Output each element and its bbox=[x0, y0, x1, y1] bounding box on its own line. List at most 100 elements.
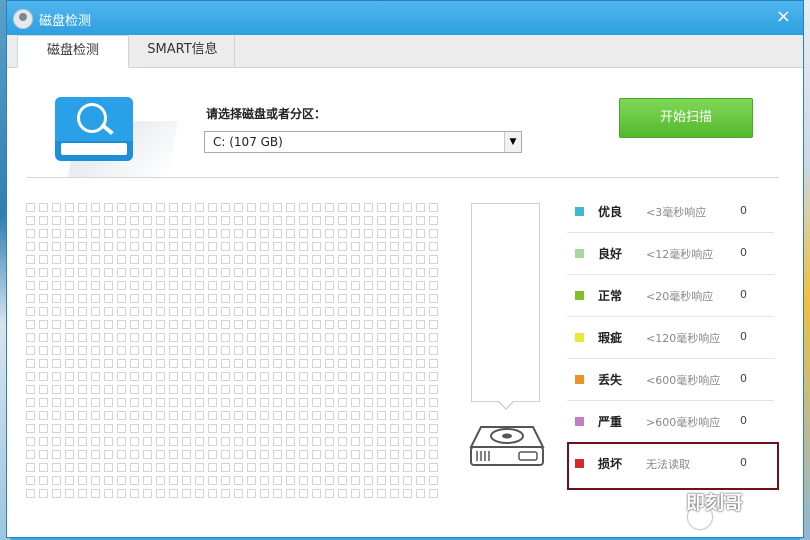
tab-smart-info[interactable]: SMART信息 bbox=[131, 35, 235, 67]
title-bar[interactable]: 磁盘检测 × bbox=[7, 1, 803, 35]
sector-block bbox=[195, 333, 204, 342]
sector-block bbox=[234, 229, 243, 238]
sector-block bbox=[338, 385, 347, 394]
sector-block bbox=[299, 476, 308, 485]
sector-block bbox=[78, 359, 87, 368]
sector-block bbox=[429, 437, 438, 446]
sector-block bbox=[26, 437, 35, 446]
sector-block bbox=[416, 307, 425, 316]
sector-block bbox=[390, 437, 399, 446]
sector-block bbox=[260, 437, 269, 446]
sector-block bbox=[299, 489, 308, 498]
sector-block bbox=[273, 398, 282, 407]
sector-block bbox=[26, 229, 35, 238]
sector-block bbox=[143, 242, 152, 251]
sector-block bbox=[247, 333, 256, 342]
sector-block bbox=[26, 398, 35, 407]
sector-block bbox=[234, 333, 243, 342]
sector-block bbox=[221, 398, 230, 407]
disk-select-dropdown[interactable]: C: (107 GB) ▼ bbox=[204, 131, 522, 153]
sector-block bbox=[416, 476, 425, 485]
sector-block bbox=[390, 242, 399, 251]
sector-block bbox=[221, 203, 230, 212]
sector-block bbox=[104, 281, 113, 290]
sector-block bbox=[403, 437, 412, 446]
sector-block bbox=[429, 476, 438, 485]
sector-block bbox=[26, 359, 35, 368]
sector-block bbox=[351, 268, 360, 277]
sector-block bbox=[52, 372, 61, 381]
sector-block bbox=[91, 268, 100, 277]
sector-block bbox=[299, 294, 308, 303]
tab-disk-check[interactable]: 磁盘检测 bbox=[17, 35, 129, 68]
sector-block bbox=[247, 320, 256, 329]
sector-block bbox=[312, 255, 321, 264]
sector-block bbox=[221, 372, 230, 381]
sector-block bbox=[286, 320, 295, 329]
sector-block bbox=[91, 242, 100, 251]
sector-block bbox=[234, 398, 243, 407]
sector-block bbox=[195, 320, 204, 329]
sector-block bbox=[130, 229, 139, 238]
sector-block bbox=[390, 346, 399, 355]
sector-block bbox=[208, 320, 217, 329]
sector-block bbox=[117, 398, 126, 407]
sector-block bbox=[156, 463, 165, 472]
sector-block bbox=[273, 359, 282, 368]
start-scan-button[interactable]: 开始扫描 bbox=[619, 98, 753, 138]
sector-block bbox=[299, 424, 308, 433]
sector-block bbox=[416, 398, 425, 407]
sector-block bbox=[52, 450, 61, 459]
sector-block bbox=[221, 463, 230, 472]
sector-block bbox=[143, 320, 152, 329]
sector-block bbox=[286, 359, 295, 368]
sector-block bbox=[390, 463, 399, 472]
sector-block bbox=[247, 216, 256, 225]
sector-block bbox=[416, 294, 425, 303]
legend-desc: <3毫秒响应 bbox=[646, 206, 707, 219]
sector-block bbox=[195, 359, 204, 368]
sector-block bbox=[377, 346, 386, 355]
sector-block bbox=[260, 229, 269, 238]
sector-block bbox=[247, 450, 256, 459]
legend-count: 0 bbox=[740, 372, 747, 385]
sector-block bbox=[286, 372, 295, 381]
sector-block bbox=[117, 424, 126, 433]
close-icon[interactable]: × bbox=[776, 6, 791, 27]
sector-block bbox=[312, 229, 321, 238]
sector-block bbox=[234, 294, 243, 303]
sector-block bbox=[143, 476, 152, 485]
sector-block bbox=[195, 385, 204, 394]
sector-block bbox=[52, 385, 61, 394]
sector-block bbox=[117, 229, 126, 238]
sector-block bbox=[299, 307, 308, 316]
sector-block bbox=[221, 450, 230, 459]
sector-block bbox=[286, 229, 295, 238]
sector-block bbox=[260, 476, 269, 485]
sector-block bbox=[260, 333, 269, 342]
sector-block bbox=[39, 229, 48, 238]
sector-block bbox=[91, 203, 100, 212]
sector-block bbox=[390, 255, 399, 264]
legend-row-lost: 丢失 <600毫秒响应 0 bbox=[567, 359, 774, 401]
sector-block bbox=[182, 229, 191, 238]
sector-block bbox=[195, 437, 204, 446]
sector-block bbox=[273, 307, 282, 316]
legend-row-good: 良好 <12毫秒响应 0 bbox=[567, 233, 774, 275]
sector-block bbox=[429, 307, 438, 316]
sector-block bbox=[377, 294, 386, 303]
sector-block bbox=[208, 398, 217, 407]
sector-block bbox=[143, 463, 152, 472]
sector-block bbox=[26, 294, 35, 303]
sector-block bbox=[247, 463, 256, 472]
sector-block bbox=[195, 307, 204, 316]
sector-block bbox=[234, 268, 243, 277]
sector-block bbox=[52, 437, 61, 446]
sector-block bbox=[39, 398, 48, 407]
sector-block bbox=[117, 281, 126, 290]
sector-block bbox=[130, 424, 139, 433]
dropdown-arrow-icon[interactable]: ▼ bbox=[504, 132, 521, 152]
legend-label: 正常 bbox=[598, 289, 623, 303]
sector-block bbox=[143, 255, 152, 264]
sector-block bbox=[286, 294, 295, 303]
